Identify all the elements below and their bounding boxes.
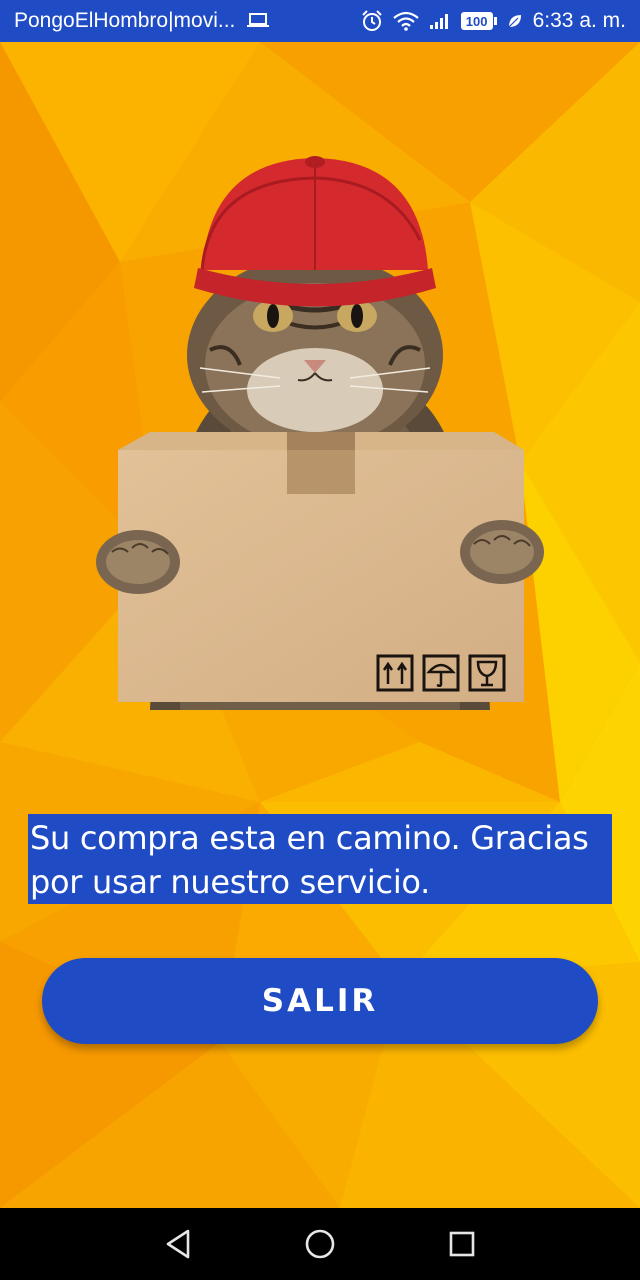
wifi-icon bbox=[392, 11, 419, 31]
recents-icon[interactable] bbox=[442, 1224, 482, 1264]
home-icon[interactable] bbox=[300, 1224, 340, 1264]
status-bar: PongoElHombro|movi... 100 6:33 a. m. bbox=[0, 0, 640, 42]
signal-icon bbox=[429, 12, 451, 30]
alarm-icon bbox=[361, 10, 383, 32]
notification-title: PongoElHombro|movi... bbox=[14, 9, 236, 32]
exit-button[interactable]: SALIR bbox=[42, 958, 598, 1044]
order-message: Su compra esta en camino. Gracias por us… bbox=[28, 814, 612, 904]
leaf-icon bbox=[507, 13, 523, 29]
navigation-bar bbox=[0, 1208, 640, 1280]
battery-icon: 100 bbox=[460, 12, 497, 30]
laptop-icon bbox=[247, 13, 270, 29]
delivery-cat-illustration bbox=[96, 156, 544, 710]
status-time: 6:33 a. m. bbox=[532, 9, 626, 32]
status-left: PongoElHombro|movi... bbox=[14, 9, 270, 33]
status-right: 100 6:33 a. m. bbox=[361, 9, 626, 33]
battery-level: 100 bbox=[460, 12, 493, 30]
back-icon[interactable] bbox=[158, 1224, 198, 1264]
